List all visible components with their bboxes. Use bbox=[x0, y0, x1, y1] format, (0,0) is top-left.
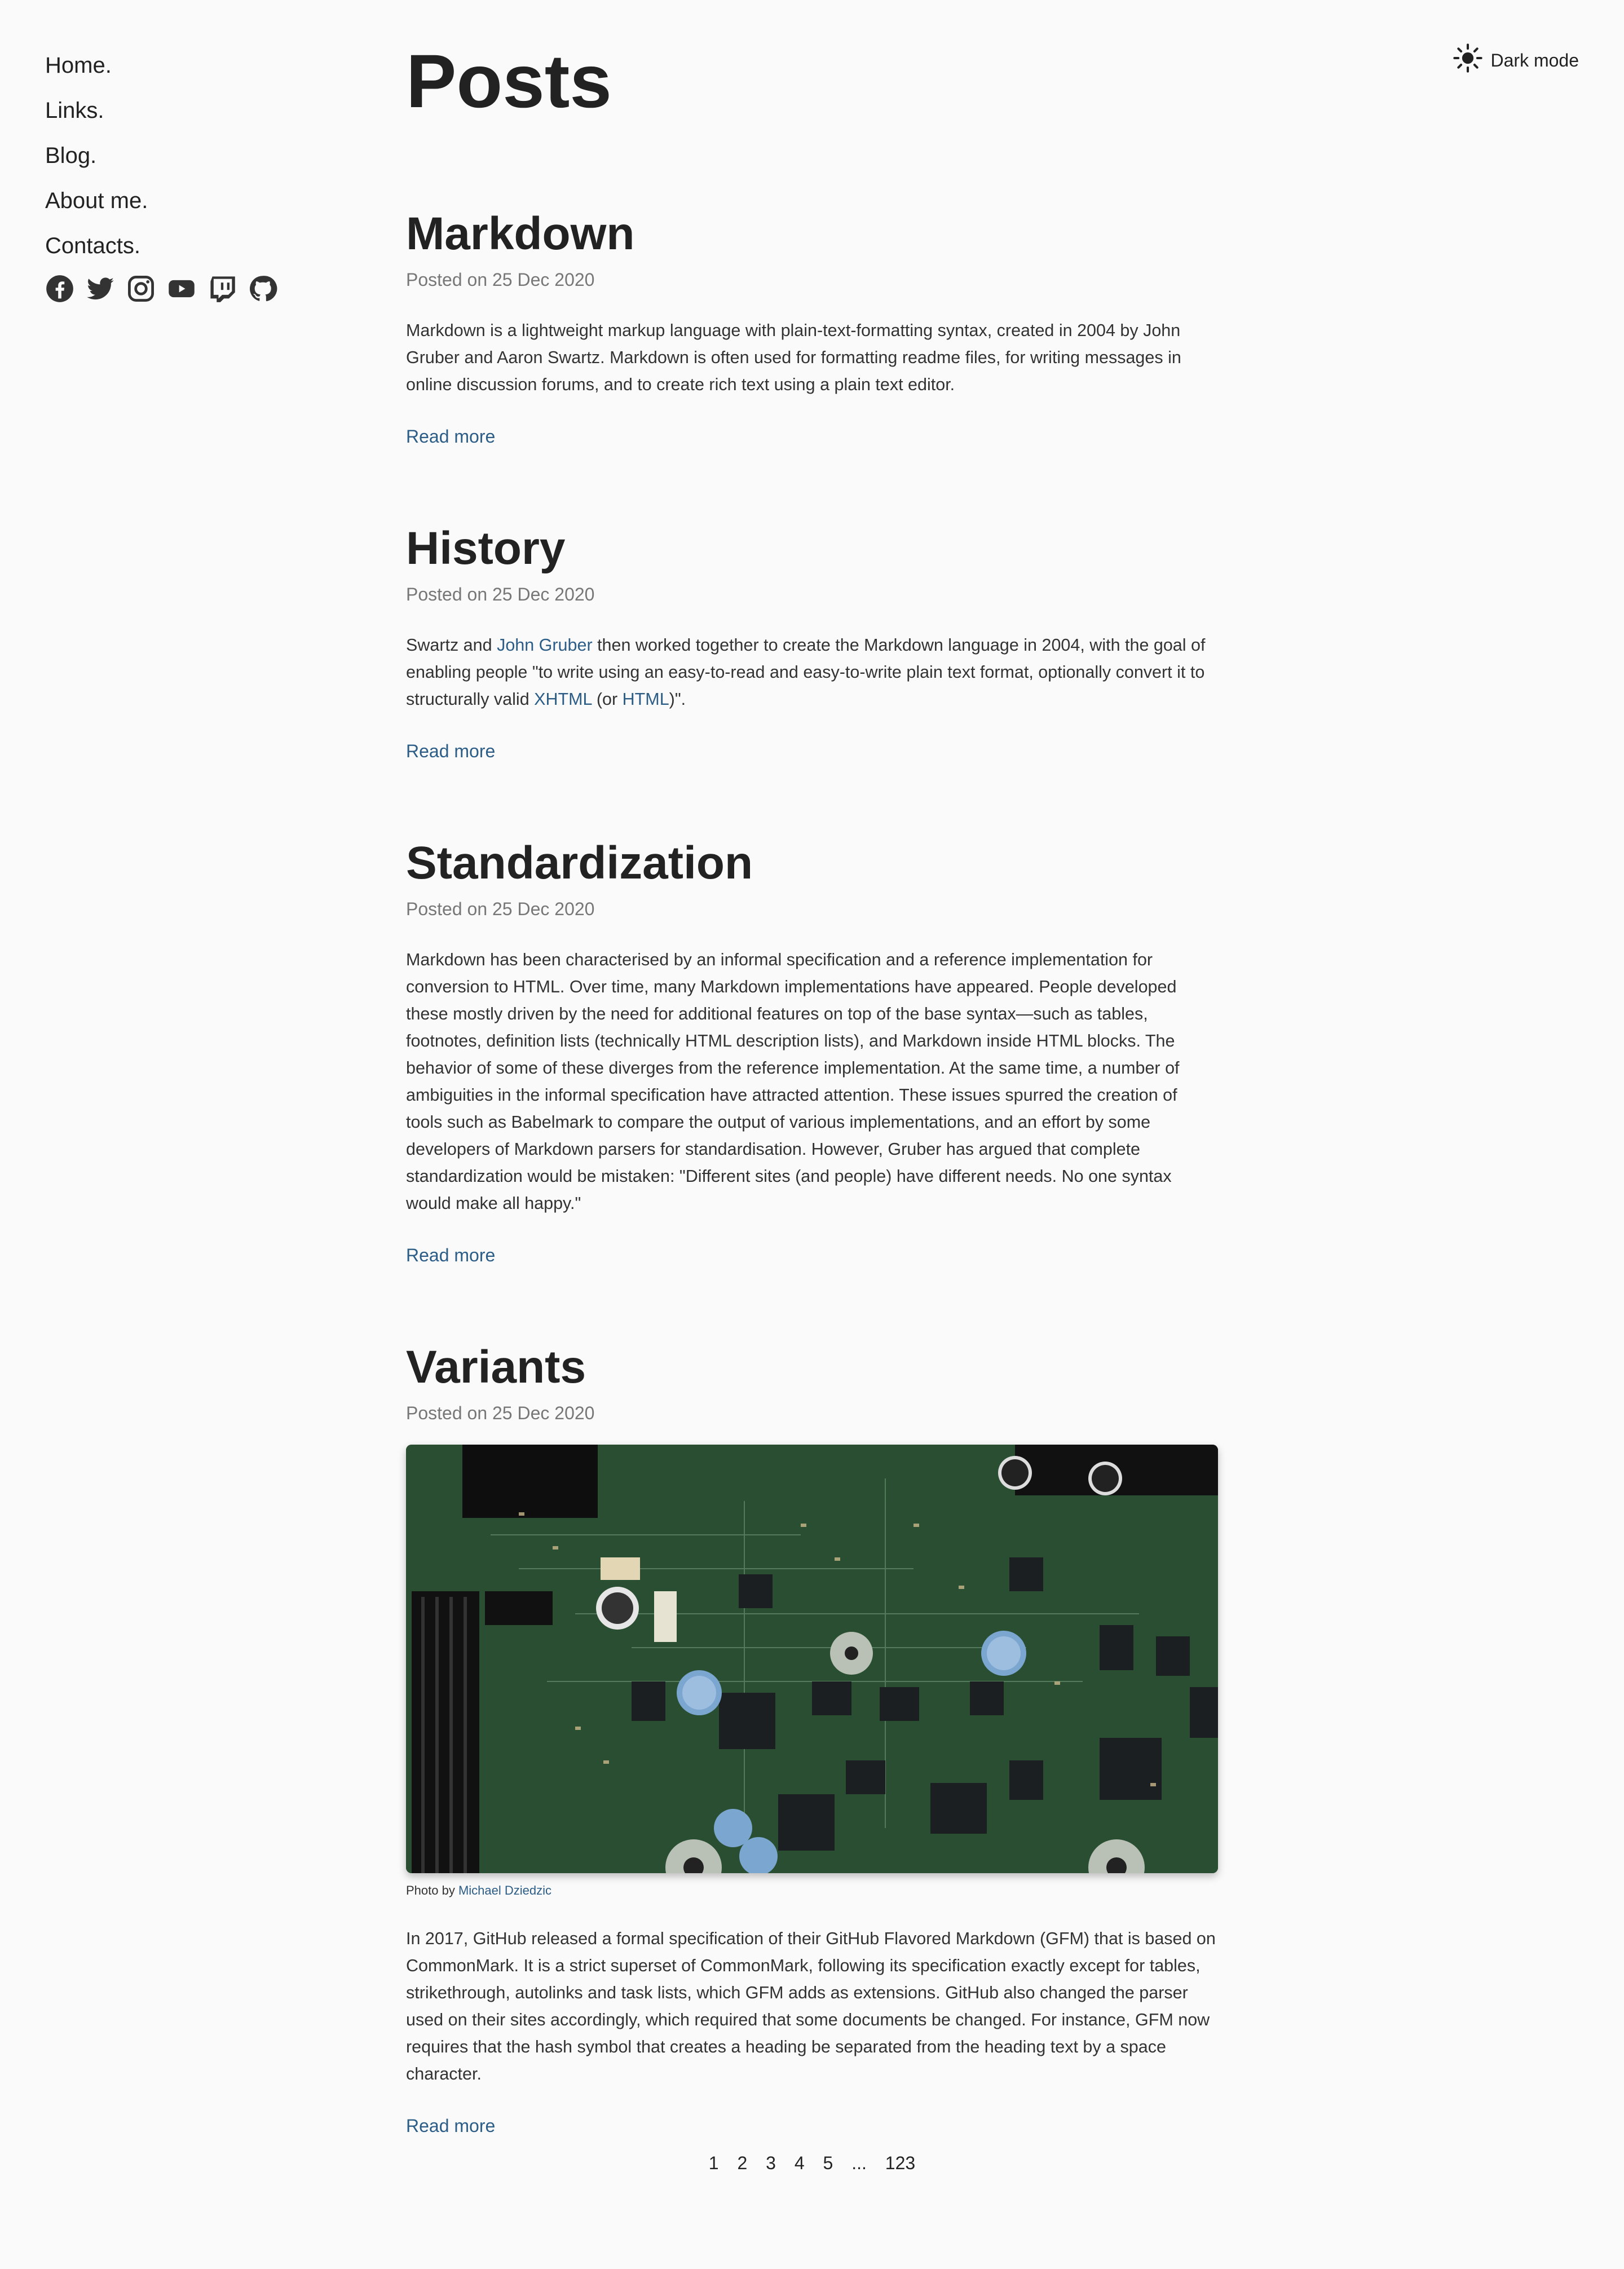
github-icon[interactable] bbox=[248, 274, 277, 303]
post-excerpt: In 2017, GitHub released a formal specif… bbox=[406, 1929, 1216, 2083]
xhtml-link[interactable]: XHTML bbox=[534, 690, 592, 709]
read-more-link[interactable]: Read more bbox=[406, 740, 1218, 762]
read-more-link[interactable]: Read more bbox=[406, 1244, 1218, 1266]
page-link[interactable]: 1 bbox=[709, 2153, 719, 2174]
post-article: Markdown Posted on 25 Dec 2020 Markdown … bbox=[406, 203, 1218, 448]
photographer-link[interactable]: Michael Dziedzic bbox=[458, 1883, 551, 1897]
post-date: Posted on 25 Dec 2020 bbox=[406, 584, 595, 604]
john-gruber-link[interactable]: John Gruber bbox=[497, 635, 593, 655]
main-content: Posts Markdown Posted on 25 Dec 2020 Mar… bbox=[406, 34, 1218, 2137]
nav-home-link[interactable]: Home. bbox=[45, 43, 282, 88]
nav-links-link[interactable]: Links. bbox=[45, 88, 282, 133]
excerpt-text: )". bbox=[669, 690, 686, 709]
post-excerpt: Swartz and John Gruber then worked toget… bbox=[406, 632, 1218, 713]
nav-about-link[interactable]: About me. bbox=[45, 178, 282, 223]
caption-prefix: Photo by bbox=[406, 1883, 458, 1897]
sidebar-nav: Home. Links. Blog. About me. Contacts. bbox=[45, 43, 282, 303]
post-date: Posted on 25 Dec 2020 bbox=[406, 899, 595, 919]
instagram-icon[interactable] bbox=[126, 274, 156, 303]
nav-contacts-link[interactable]: Contacts. bbox=[45, 223, 282, 268]
html-link[interactable]: HTML bbox=[623, 690, 669, 709]
dark-mode-label: Dark mode bbox=[1490, 50, 1579, 70]
post-date: Posted on 25 Dec 2020 bbox=[406, 1403, 595, 1423]
post-title[interactable]: Standardization bbox=[406, 832, 1218, 894]
post-image bbox=[406, 1445, 1218, 1873]
twitter-icon[interactable] bbox=[86, 274, 115, 303]
post-excerpt: Markdown is a lightweight markup languag… bbox=[406, 321, 1181, 394]
page-link[interactable]: 5 bbox=[823, 2153, 833, 2174]
youtube-icon[interactable] bbox=[167, 274, 196, 303]
page-title: Posts bbox=[406, 39, 612, 123]
dark-mode-toggle[interactable]: Dark mode bbox=[1453, 43, 1579, 78]
post-article: Standardization Posted on 25 Dec 2020 Ma… bbox=[406, 832, 1218, 1266]
post-article: History Posted on 25 Dec 2020 Swartz and… bbox=[406, 518, 1218, 762]
twitch-icon[interactable] bbox=[208, 274, 237, 303]
social-links bbox=[45, 274, 282, 303]
excerpt-text: (or bbox=[592, 690, 623, 709]
page-link[interactable]: 4 bbox=[795, 2153, 805, 2174]
page-link[interactable]: 123 bbox=[885, 2153, 915, 2174]
excerpt-text: Swartz and bbox=[406, 635, 497, 655]
post-title[interactable]: Markdown bbox=[406, 203, 1218, 265]
nav-blog-link[interactable]: Blog. bbox=[45, 133, 282, 178]
facebook-icon[interactable] bbox=[45, 274, 74, 303]
page-ellipsis: ... bbox=[851, 2153, 867, 2173]
pagination: 1 2 3 4 5 ... 123 bbox=[406, 2153, 1218, 2174]
read-more-link[interactable]: Read more bbox=[406, 425, 1218, 448]
photo-caption: Photo by Michael Dziedzic bbox=[406, 1882, 1218, 1899]
post-title[interactable]: Variants bbox=[406, 1336, 1218, 1398]
post-title[interactable]: History bbox=[406, 518, 1218, 580]
post-article: Variants Posted on 25 Dec 2020 Photo by … bbox=[406, 1336, 1218, 2137]
page-link[interactable]: 3 bbox=[766, 2153, 776, 2174]
page-link[interactable]: 2 bbox=[737, 2153, 747, 2174]
sun-icon bbox=[1453, 43, 1483, 78]
post-date: Posted on 25 Dec 2020 bbox=[406, 270, 595, 290]
post-excerpt: Markdown has been characterised by an in… bbox=[406, 950, 1180, 1213]
read-more-link[interactable]: Read more bbox=[406, 2115, 1218, 2137]
